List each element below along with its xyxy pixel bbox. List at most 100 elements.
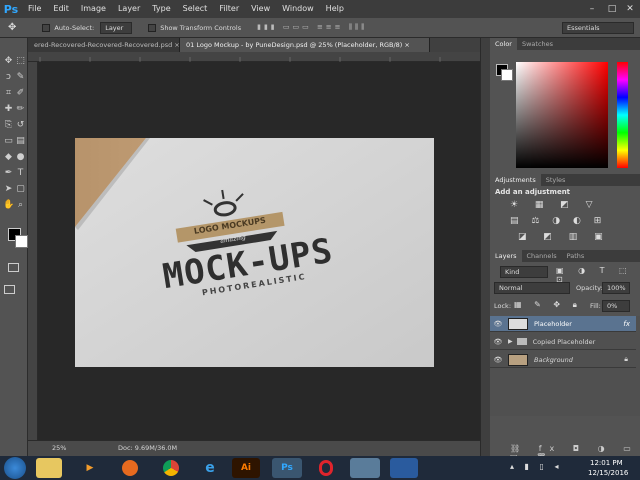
firefox-icon[interactable] <box>118 458 142 478</box>
layer-name[interactable]: Placeholder <box>534 320 572 328</box>
lasso-icon[interactable]: ↄ <box>3 72 14 83</box>
canvas-area[interactable]: LOGO MOCKUPS amazing MOCK-UPS PHOTOREALI… <box>38 62 480 440</box>
gradient-icon[interactable]: ▤ <box>15 136 26 147</box>
rect-marquee-icon[interactable]: ⬚ <box>15 56 26 67</box>
menu-help[interactable]: Help <box>320 0 350 18</box>
expand-arrow-icon[interactable]: ▶ <box>508 338 513 345</box>
adjustment-icons-row3[interactable]: ◪ ◩ ▥ ▣ <box>518 232 610 242</box>
close-button[interactable]: ✕ <box>620 0 640 18</box>
auto-select-dropdown[interactable]: Layer <box>100 21 133 34</box>
menu-select[interactable]: Select <box>177 0 214 18</box>
dodge-icon[interactable]: ● <box>15 152 26 163</box>
menu-filter[interactable]: Filter <box>213 0 245 18</box>
clone-stamp-icon[interactable]: ⎘ <box>3 120 14 131</box>
pen-icon[interactable]: ✒ <box>3 168 14 179</box>
layer-thumbnail <box>508 317 528 330</box>
start-button[interactable] <box>4 457 26 479</box>
tab-recovered-label: ered-Recovered-Recovered-Recovered.psd <box>34 41 173 49</box>
visibility-eye-icon[interactable]: 👁︎ <box>490 338 506 346</box>
layer-placeholder[interactable]: 👁︎ Placeholder fx <box>490 316 636 332</box>
history-brush-icon[interactable]: ↺ <box>15 120 26 131</box>
tab-swatches[interactable]: Swatches <box>517 38 558 50</box>
shape-icon[interactable]: ▢ <box>15 184 26 195</box>
photoshop-taskbar-icon[interactable]: Ps <box>272 458 302 478</box>
tab-recovered-doc[interactable]: ered-Recovered-Recovered-Recovered.psd × <box>28 38 180 52</box>
lock-icons[interactable]: ▦ ✎ ✥ 🔒︎ <box>514 300 582 310</box>
illustrator-icon[interactable]: Ai <box>232 458 260 478</box>
menu-image[interactable]: Image <box>75 0 112 18</box>
doc-size[interactable]: Doc: 9.69M/36.0M <box>118 444 177 452</box>
opera-icon[interactable] <box>312 458 340 478</box>
eraser-icon[interactable]: ▭ <box>3 136 14 147</box>
clock-time[interactable]: 12:01 PM <box>590 459 623 467</box>
menu-file[interactable]: File <box>22 0 47 18</box>
background-color-swatch[interactable] <box>15 235 28 248</box>
brush-icon[interactable]: ✏ <box>15 104 26 115</box>
menu-window[interactable]: Window <box>276 0 320 18</box>
save-disk-icon[interactable] <box>390 458 418 478</box>
move-tool-icon[interactable]: ✥ <box>8 22 16 33</box>
close-icon[interactable]: × <box>404 41 409 49</box>
eyedropper-icon[interactable]: ✐ <box>15 88 26 99</box>
crop-icon[interactable]: ⌗ <box>3 88 14 99</box>
fill-field[interactable]: 0% <box>602 300 630 312</box>
transform-controls-checkbox[interactable] <box>148 23 157 32</box>
hue-slider[interactable] <box>617 62 628 168</box>
fx-badge[interactable]: fx <box>623 320 630 328</box>
adjustment-icons-row2[interactable]: ▤ ⚖ ◑ ◐ ⊞ <box>510 216 606 226</box>
screen-mode-icon[interactable] <box>4 285 15 294</box>
color-field[interactable] <box>516 62 608 168</box>
healing-brush-icon[interactable]: ✚ <box>3 104 14 115</box>
auto-select-checkbox[interactable] <box>42 23 51 32</box>
layer-background[interactable]: 👁︎ Background 🔒︎ <box>490 352 636 368</box>
zoom-icon[interactable]: ⌕ <box>15 200 26 211</box>
tab-channels[interactable]: Channels <box>522 250 562 262</box>
tab-paths[interactable]: Paths <box>562 250 590 262</box>
type-icon[interactable]: T <box>15 168 26 179</box>
options-bar: ✥ Auto-Select: Layer Show Transform Cont… <box>0 18 640 38</box>
layer-name[interactable]: Copied Placeholder <box>533 338 596 346</box>
layer-copied-placeholder[interactable]: 👁︎ ▶ Copied Placeholder <box>490 334 636 350</box>
tab-adjustments[interactable]: Adjustments <box>490 174 541 186</box>
media-player-icon[interactable]: ▶ <box>78 458 102 478</box>
file-explorer-icon[interactable] <box>36 458 62 478</box>
move-tool-icon[interactable]: ✥ <box>3 56 14 67</box>
menu-type[interactable]: Type <box>146 0 176 18</box>
hand-icon[interactable]: ✋ <box>3 200 14 211</box>
tab-styles[interactable]: Styles <box>541 174 571 186</box>
layer-name[interactable]: Background <box>534 356 573 364</box>
clock-date[interactable]: 12/15/2016 <box>588 469 628 477</box>
align-icons[interactable]: ▮▮▮ ▭▭▭ ≡≡≡ ⫼⫼⫼ <box>257 23 367 32</box>
close-icon[interactable]: × <box>174 41 179 49</box>
remote-app-icon[interactable] <box>350 458 380 478</box>
quick-select-icon[interactable]: ✎ <box>15 72 26 83</box>
quick-mask-icon[interactable] <box>8 263 19 272</box>
minimize-button[interactable]: – <box>582 0 602 18</box>
zoom-level[interactable]: 25% <box>52 444 66 452</box>
opacity-field[interactable]: 100% <box>602 282 630 294</box>
visibility-eye-icon[interactable]: 👁︎ <box>490 356 506 364</box>
adjustment-icons-row1[interactable]: ☀ ▦ ◩ ▽ <box>510 200 600 210</box>
tab-layers[interactable]: Layers <box>490 250 522 262</box>
tab-logo-mockup[interactable]: 01 Logo Mockup - by PuneDesign.psd @ 25%… <box>180 38 430 52</box>
layer-kind-value: Kind <box>505 268 520 276</box>
blend-mode-value: Normal <box>499 284 523 292</box>
panel-bg-swatch[interactable] <box>501 69 513 81</box>
workspace-dropdown[interactable]: Essentials <box>562 21 634 34</box>
tools-panel: ✥ ⬚ ↄ ✎ ⌗ ✐ ✚ ✏ ⎘ ↺ ▭ ▤ ◆ ● ✒ T ➤ ▢ ✋ ⌕ <box>0 38 28 456</box>
blur-icon[interactable]: ◆ <box>3 152 14 163</box>
menu-edit[interactable]: Edit <box>47 0 75 18</box>
chrome-icon[interactable] <box>156 458 186 478</box>
visibility-eye-icon[interactable]: 👁︎ <box>490 320 506 328</box>
maximize-button[interactable]: □ <box>602 0 622 18</box>
path-select-icon[interactable]: ➤ <box>3 184 14 195</box>
tab-color[interactable]: Color <box>490 38 517 50</box>
menu-view[interactable]: View <box>245 0 276 18</box>
blend-mode-dropdown[interactable]: Normal <box>494 282 570 294</box>
layer-kind-filter[interactable]: Kind <box>500 266 548 278</box>
internet-explorer-icon[interactable]: e <box>196 458 224 478</box>
tray-icons[interactable]: ▴ ▮ ▯ ◂ <box>510 462 562 471</box>
right-panels: Color Swatches Adjustments Styles Add an… <box>490 38 640 462</box>
menu-layer[interactable]: Layer <box>112 0 146 18</box>
auto-select-value: Layer <box>105 23 124 32</box>
